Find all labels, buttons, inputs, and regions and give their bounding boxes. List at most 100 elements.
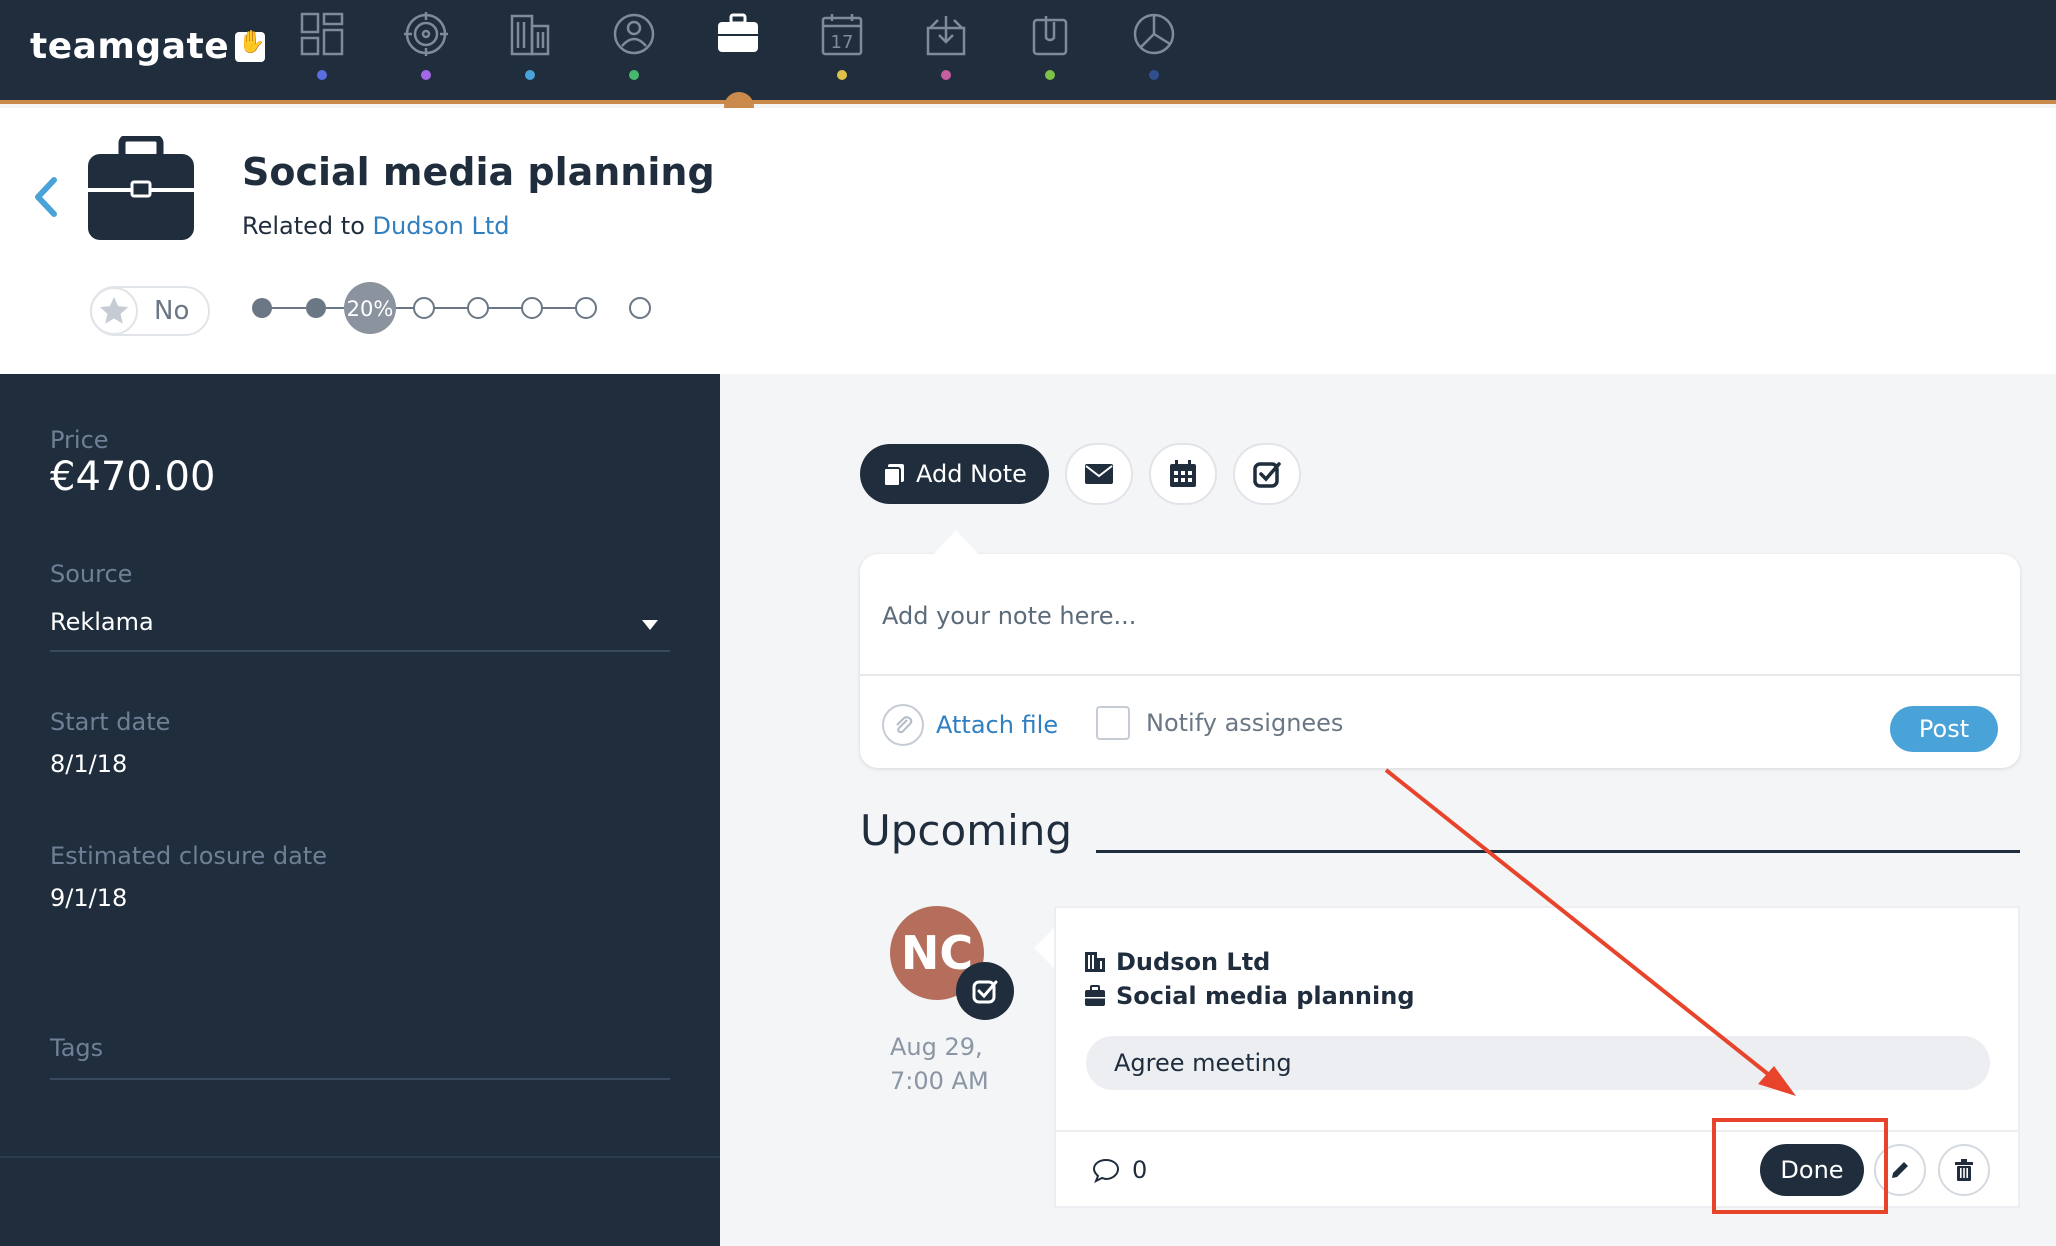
- pipeline-stage: [521, 297, 543, 319]
- note-input[interactable]: [882, 576, 1992, 656]
- activity-date-time: 7:00 AM: [890, 1067, 989, 1095]
- related-company-link[interactable]: Dudson Ltd: [373, 212, 510, 240]
- checkbox-icon: [1253, 462, 1281, 488]
- start-date-label: Start date: [50, 708, 171, 736]
- nav-dot: [421, 70, 431, 80]
- annotation-highlight-box: [1712, 1118, 1888, 1214]
- calendar-icon: [1169, 460, 1196, 487]
- calendar-icon: 17: [821, 14, 863, 56]
- composer-actions: Add Note: [860, 443, 1301, 505]
- schedule-meeting-button[interactable]: [1148, 443, 1217, 505]
- nav-goals[interactable]: [386, 6, 466, 86]
- related-to: Related to Dudson Ltd: [242, 212, 509, 240]
- nav-reports[interactable]: [1114, 6, 1194, 86]
- add-task-button[interactable]: [1232, 443, 1301, 505]
- note-composer: Attach file Notify assignees Post: [860, 554, 2020, 768]
- composer-pointer: [932, 530, 980, 556]
- source-label: Source: [50, 560, 133, 588]
- pipeline-stage: [467, 297, 489, 319]
- top-navigation: teamgate 17: [0, 0, 2056, 104]
- activity-deal-link[interactable]: Social media planning: [1084, 982, 1415, 1010]
- nav-dot: [941, 70, 951, 80]
- start-date-value[interactable]: 8/1/18: [50, 750, 127, 778]
- email-button[interactable]: [1064, 443, 1133, 505]
- activity-pointer: [1034, 926, 1056, 970]
- nav-files[interactable]: [1010, 6, 1090, 86]
- svg-text:17: 17: [831, 32, 854, 53]
- activity-description: Agree meeting: [1086, 1036, 1990, 1090]
- reports-icon: [1133, 13, 1175, 55]
- briefcase-icon: [718, 13, 758, 52]
- page-title: Social media planning: [242, 150, 715, 194]
- source-underline: [50, 650, 670, 652]
- teamgate-logo[interactable]: teamgate: [30, 26, 266, 67]
- post-button[interactable]: Post: [1890, 706, 1998, 752]
- closure-date-label: Estimated closure date: [50, 842, 327, 870]
- closure-date-value[interactable]: 9/1/18: [50, 884, 127, 912]
- inbox-icon: [926, 16, 966, 56]
- attach-file-button[interactable]: Attach file: [882, 704, 1058, 746]
- activity-deal: Social media planning: [1116, 982, 1415, 1010]
- notify-label: Notify assignees: [1146, 709, 1344, 737]
- comments-button[interactable]: 0: [1092, 1156, 1147, 1184]
- price-label: Price: [50, 426, 109, 454]
- task-badge-icon: [956, 962, 1014, 1020]
- add-note-label: Add Note: [916, 460, 1027, 488]
- favorite-toggle[interactable]: No: [90, 286, 210, 336]
- composer-divider: [860, 674, 2020, 676]
- briefcase-icon: [88, 136, 194, 240]
- upcoming-divider: [1096, 850, 2020, 853]
- tags-label: Tags: [50, 1034, 104, 1062]
- note-icon: [883, 464, 904, 486]
- pipeline-stage: [575, 297, 597, 319]
- deal-details-sidebar: Price €470.00 Source Reklama Start date …: [0, 374, 720, 1246]
- nav-deals[interactable]: [698, 6, 778, 86]
- dashboard-icon: [300, 12, 344, 56]
- pipeline-stage: [306, 298, 326, 318]
- activity-company: Dudson Ltd: [1116, 948, 1271, 976]
- attach-file-label: Attach file: [936, 711, 1059, 739]
- pipeline-stage-won: [629, 297, 651, 319]
- activity-date-day: Aug 29,: [890, 1033, 983, 1061]
- upcoming-heading: Upcoming: [860, 806, 1073, 855]
- trash-icon: [1955, 1159, 1973, 1181]
- back-arrow-icon[interactable]: [28, 172, 64, 222]
- building-icon: [1085, 952, 1105, 972]
- nav-dot: [1149, 70, 1159, 80]
- source-select[interactable]: Reklama: [50, 608, 154, 636]
- logo-text: teamgate: [30, 26, 230, 67]
- activity-date: Aug 29, 7:00 AM: [890, 1030, 989, 1098]
- nav-dot: [1045, 70, 1055, 80]
- nav-companies[interactable]: [490, 6, 570, 86]
- contacts-icon: [613, 13, 655, 55]
- envelope-icon: [1084, 464, 1113, 484]
- nav-dot: [837, 70, 847, 80]
- notify-assignees[interactable]: Notify assignees: [1096, 706, 1343, 740]
- nav-calendar[interactable]: 17: [802, 6, 882, 86]
- nav-dashboard[interactable]: [282, 6, 362, 86]
- paperclip-icon: [882, 704, 924, 746]
- nav-inbox[interactable]: [906, 6, 986, 86]
- nav-contacts[interactable]: [594, 6, 674, 86]
- building-icon: [510, 14, 550, 56]
- activity-company-link[interactable]: Dudson Ltd: [1084, 948, 1270, 976]
- price-value[interactable]: €470.00: [50, 454, 215, 500]
- pipeline-stage: [413, 297, 435, 319]
- tags-input[interactable]: [50, 1078, 670, 1080]
- briefcase-icon: [1085, 985, 1105, 1006]
- comment-count: 0: [1132, 1156, 1148, 1184]
- sidebar-divider: [0, 1156, 720, 1158]
- attachments-icon: [1032, 16, 1068, 56]
- delete-activity-button[interactable]: [1938, 1144, 1990, 1196]
- nav-dot: [525, 70, 535, 80]
- nav-dot: [317, 70, 327, 80]
- favorite-label: No: [154, 296, 190, 326]
- pipeline-percent: 20%: [347, 297, 394, 321]
- chevron-down-icon[interactable]: [642, 620, 658, 630]
- logo-hand-icon: [235, 30, 266, 62]
- pencil-icon: [1892, 1162, 1908, 1178]
- notify-checkbox[interactable]: [1096, 706, 1130, 740]
- pipeline-progress[interactable]: 20%: [250, 278, 660, 338]
- related-prefix: Related to: [242, 212, 365, 240]
- add-note-button[interactable]: Add Note: [860, 444, 1049, 504]
